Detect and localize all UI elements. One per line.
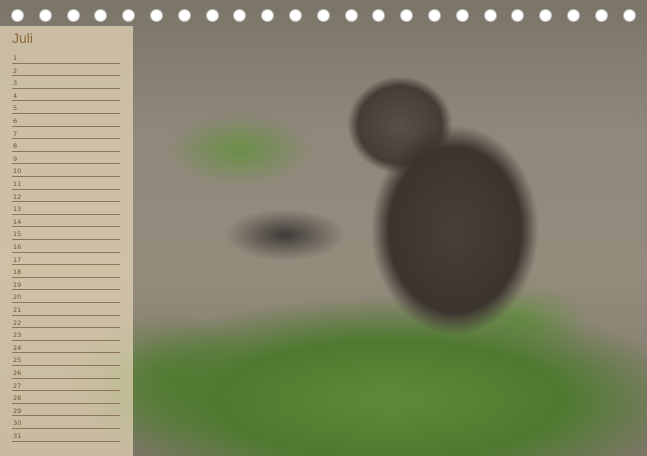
binding-hole xyxy=(372,9,386,22)
day-number: 21 xyxy=(13,306,22,315)
binding-hole xyxy=(94,9,108,22)
day-row: 20 xyxy=(12,290,120,303)
binding-hole xyxy=(594,9,608,22)
day-row: 31 xyxy=(12,429,120,442)
day-number: 10 xyxy=(13,167,22,176)
binding-hole xyxy=(11,9,24,22)
day-row: 14 xyxy=(12,215,120,228)
binding-hole xyxy=(122,9,136,22)
binding-hole xyxy=(66,9,80,22)
day-number: 4 xyxy=(13,91,18,100)
binding-hole xyxy=(400,9,414,22)
calendar-panel: Juli 1 2 3 4 5 6 7 8 9 10 11 12 13 14 15 16 17 18 19 20 21 22… xyxy=(0,26,133,456)
binding-hole xyxy=(539,9,553,22)
day-number: 15 xyxy=(13,230,22,239)
day-number: 18 xyxy=(13,268,22,277)
day-number: 25 xyxy=(13,356,22,365)
day-number: 2 xyxy=(13,66,18,75)
day-number: 27 xyxy=(13,381,22,390)
day-row: 28 xyxy=(12,391,120,404)
day-row: 3 xyxy=(12,76,120,89)
binding-hole xyxy=(289,9,302,22)
day-row: 24 xyxy=(12,341,120,354)
day-row: 7 xyxy=(12,127,120,140)
day-number: 6 xyxy=(13,117,18,126)
day-number: 3 xyxy=(13,79,18,88)
day-number: 16 xyxy=(13,243,22,252)
month-label: Juli xyxy=(12,30,34,46)
binding-hole xyxy=(428,9,441,22)
day-number: 13 xyxy=(13,205,22,214)
day-row: 6 xyxy=(12,114,120,127)
binding-hole xyxy=(567,9,580,22)
day-row: 22 xyxy=(12,316,120,329)
day-number: 5 xyxy=(13,104,18,113)
day-row: 16 xyxy=(12,240,120,253)
binding-hole xyxy=(150,9,163,22)
day-number: 11 xyxy=(13,180,22,189)
day-number: 12 xyxy=(13,192,22,201)
day-number: 9 xyxy=(13,154,18,163)
day-number: 14 xyxy=(13,217,22,226)
binding-hole xyxy=(177,9,191,22)
binding-hole xyxy=(316,9,330,22)
day-row: 2 xyxy=(12,64,120,77)
day-row: 29 xyxy=(12,404,120,417)
day-number: 1 xyxy=(13,54,18,63)
day-row: 23 xyxy=(12,328,120,341)
day-row: 25 xyxy=(12,353,120,366)
binding-hole xyxy=(38,9,52,22)
day-row: 10 xyxy=(12,164,120,177)
day-number: 22 xyxy=(13,318,22,327)
binding-hole xyxy=(483,9,497,22)
day-number: 19 xyxy=(13,280,22,289)
binding-hole xyxy=(233,9,247,22)
day-number: 29 xyxy=(13,406,22,415)
day-number: 31 xyxy=(13,432,22,441)
day-row: 27 xyxy=(12,379,120,392)
binding-hole xyxy=(344,9,358,22)
day-row: 4 xyxy=(12,89,120,102)
day-row: 12 xyxy=(12,190,120,203)
day-row: 9 xyxy=(12,152,120,165)
day-row: 19 xyxy=(12,278,120,291)
binding-hole xyxy=(511,9,525,22)
binding-hole xyxy=(205,9,219,22)
day-number: 30 xyxy=(13,419,22,428)
binding-hole xyxy=(261,9,275,22)
binding-hole xyxy=(455,9,469,22)
day-row: 30 xyxy=(12,416,120,429)
day-row: 15 xyxy=(12,227,120,240)
day-number: 23 xyxy=(13,331,22,340)
day-number: 28 xyxy=(13,394,22,403)
day-row: 17 xyxy=(12,253,120,266)
day-number: 24 xyxy=(13,343,22,352)
day-number: 7 xyxy=(13,129,18,138)
day-number: 20 xyxy=(13,293,22,302)
day-number: 26 xyxy=(13,369,22,378)
day-row: 13 xyxy=(12,202,120,215)
day-number: 8 xyxy=(13,142,18,151)
binding-hole xyxy=(622,9,636,22)
day-row: 11 xyxy=(12,177,120,190)
day-row: 5 xyxy=(12,101,120,114)
day-number: 17 xyxy=(13,255,22,264)
day-row: 1 xyxy=(12,51,120,64)
day-row: 8 xyxy=(12,139,120,152)
day-row: 21 xyxy=(12,303,120,316)
day-row: 26 xyxy=(12,366,120,379)
day-row: 18 xyxy=(12,265,120,278)
